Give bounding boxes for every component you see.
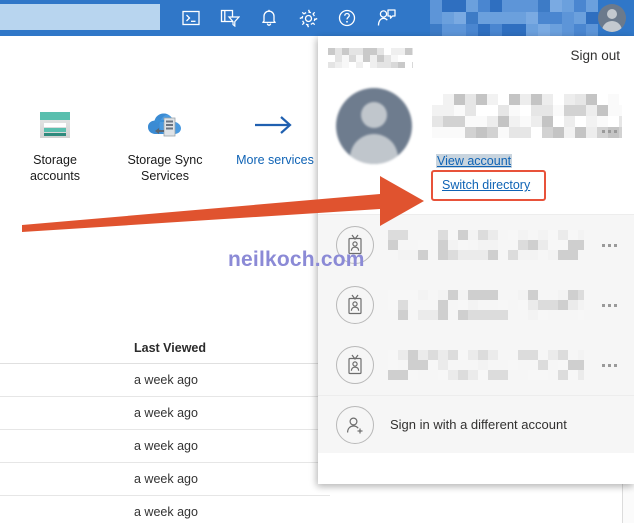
account-avatar[interactable] — [598, 4, 626, 32]
column-header-last-viewed: Last Viewed — [0, 341, 206, 355]
sign-out-button[interactable]: Sign out — [570, 48, 620, 63]
cell-last-viewed: a week ago — [0, 373, 198, 387]
account-entry-overflow-menu[interactable] — [596, 296, 622, 314]
account-name-redacted — [432, 94, 622, 138]
sign-in-different-account-item[interactable]: Sign in with a different account — [318, 395, 634, 453]
service-tile-label: Storage Sync Services — [110, 152, 220, 184]
account-entry-overflow-menu[interactable] — [596, 356, 622, 374]
service-tile-label: More services — [220, 152, 330, 168]
switch-directory-highlight-box: Switch directory — [431, 170, 546, 201]
table-row[interactable]: a week ago — [0, 397, 330, 430]
cell-last-viewed: a week ago — [0, 406, 198, 420]
account-entry-name-redacted — [388, 350, 584, 380]
directory-badge-icon — [336, 226, 374, 264]
header-redacted-region — [430, 0, 598, 36]
azure-portal-screen: Storage accounts Storage Sync Services M… — [0, 0, 634, 523]
account-overflow-menu[interactable] — [596, 122, 622, 140]
storage-sync-services-icon — [110, 102, 220, 148]
directory-badge-icon — [336, 286, 374, 324]
cell-last-viewed: a week ago — [0, 505, 198, 519]
directory-badge-icon — [336, 346, 374, 384]
service-tile-storage-accounts[interactable]: Storage accounts — [0, 102, 110, 184]
add-person-icon — [336, 406, 374, 444]
tenant-name-redacted — [328, 48, 413, 68]
table-row[interactable]: a week ago — [0, 496, 330, 523]
account-entry-name-redacted — [388, 290, 584, 320]
help-question-icon[interactable] — [336, 7, 358, 29]
directory-filter-icon[interactable] — [219, 7, 241, 29]
recent-resources-table: Last Viewed a week ago a week ago a week… — [0, 332, 330, 523]
avatar — [336, 88, 412, 164]
services-shortcut-row: Storage accounts Storage Sync Services M… — [0, 102, 330, 184]
list-item[interactable] — [318, 275, 634, 335]
sign-in-different-account-label: Sign in with a different account — [390, 417, 567, 432]
notifications-bell-icon[interactable] — [258, 7, 280, 29]
account-entry-overflow-menu[interactable] — [596, 236, 622, 254]
table-row[interactable]: a week ago — [0, 364, 330, 397]
list-item[interactable] — [318, 335, 634, 395]
account-flyout-panel: Sign out View account Switch directory S… — [318, 36, 634, 484]
search-input[interactable] — [0, 4, 160, 30]
other-accounts-list: Sign in with a different account — [318, 214, 634, 453]
table-row[interactable]: a week ago — [0, 463, 330, 496]
table-row[interactable]: a week ago — [0, 430, 330, 463]
service-tile-label: Storage accounts — [0, 152, 110, 184]
view-account-link[interactable]: View account — [436, 154, 512, 168]
account-entry-name-redacted — [388, 230, 584, 260]
service-tile-storage-sync-services[interactable]: Storage Sync Services — [110, 102, 220, 184]
portal-top-bar — [0, 0, 634, 36]
settings-gear-icon[interactable] — [297, 7, 319, 29]
switch-directory-link[interactable]: Switch directory — [442, 178, 530, 192]
cell-last-viewed: a week ago — [0, 472, 198, 486]
feedback-person-icon[interactable] — [375, 7, 397, 29]
cell-last-viewed: a week ago — [0, 439, 198, 453]
cloud-shell-icon[interactable] — [180, 7, 202, 29]
top-bar-icon-group — [180, 0, 397, 36]
storage-accounts-icon — [0, 102, 110, 148]
table-header-row: Last Viewed — [0, 332, 330, 364]
list-item[interactable] — [318, 215, 634, 275]
arrow-right-icon — [220, 102, 330, 148]
panel-header: Sign out — [318, 36, 634, 82]
service-tile-more-services[interactable]: More services — [220, 102, 330, 184]
